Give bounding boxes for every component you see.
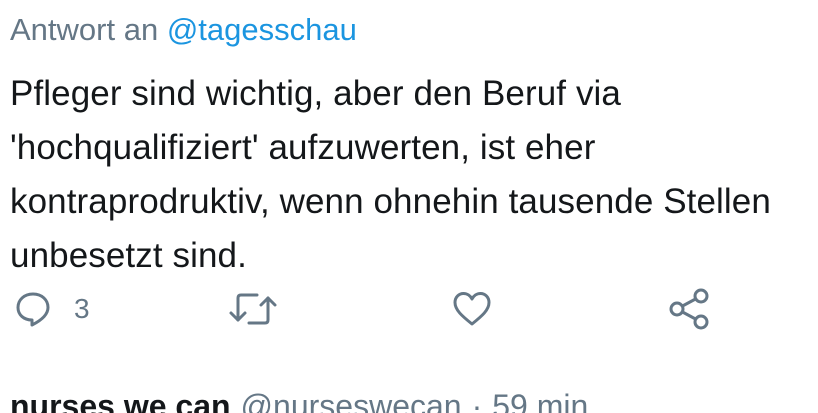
timestamp[interactable]: 59 min	[492, 388, 588, 413]
author-name[interactable]: nurses we can	[10, 388, 231, 413]
author-handle[interactable]: @nurseswecan	[241, 388, 462, 413]
reply-button[interactable]: 3	[14, 284, 90, 334]
share-icon	[669, 288, 709, 330]
retweet-button[interactable]	[227, 284, 279, 334]
separator-dot: ·	[471, 388, 483, 413]
heart-icon	[453, 292, 491, 326]
like-button[interactable]	[451, 284, 493, 334]
reply-count: 3	[74, 293, 90, 324]
next-tweet-header: nurses we can @nurseswecan · 59 min	[10, 386, 588, 413]
reply-to-line: Antwort an @tagesschau	[10, 10, 357, 50]
tweet-page: Antwort an @tagesschau Pfleger sind wich…	[0, 0, 818, 413]
share-button[interactable]	[668, 284, 712, 334]
reply-handle-link[interactable]: @tagesschau	[167, 12, 357, 47]
reply-prefix: Antwort an	[10, 12, 159, 47]
retweet-icon	[229, 293, 277, 325]
tweet-text: Pfleger sind wichtig, aber den Beruf via…	[10, 74, 771, 275]
reply-icon	[16, 292, 50, 327]
tweet-actions: 3	[0, 284, 818, 334]
